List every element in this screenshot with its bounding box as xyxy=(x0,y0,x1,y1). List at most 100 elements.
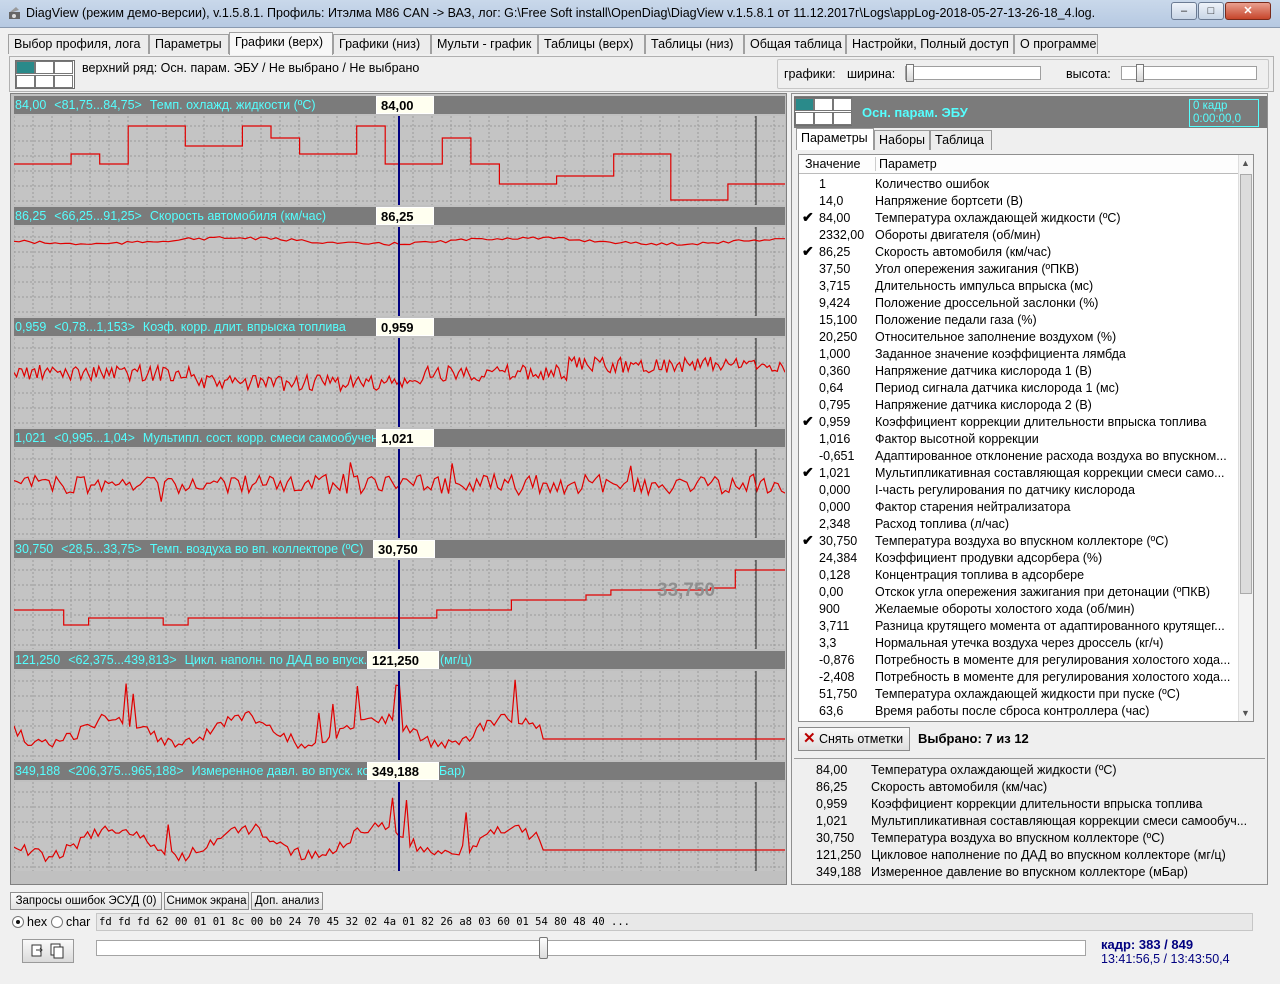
table-row[interactable]: 2,348 Расход топлива (л/час) xyxy=(799,516,1239,533)
graph-plot[interactable]: 33,750 xyxy=(14,560,785,649)
table-row[interactable]: 37,50 Угол опережения зажигания (ºПКВ) xyxy=(799,261,1239,278)
selected-param: Скорость автомобиля (км/час) xyxy=(871,780,1048,794)
table-row[interactable]: 2332,00 Обороты двигателя (об/мин) xyxy=(799,227,1239,244)
subtab-3[interactable]: Таблица xyxy=(930,130,992,150)
param-name: Адаптированное отклонение расхода воздух… xyxy=(875,449,1227,463)
hex-radio[interactable] xyxy=(12,916,24,928)
table-row[interactable]: 0,00 Отскок угла опережения зажигания при… xyxy=(799,584,1239,601)
selected-row: 84,00 Температура охлаждающей жидкости (º… xyxy=(794,762,1264,779)
table-row[interactable]: 3,715 Длительность импульса впрыска (мс) xyxy=(799,278,1239,295)
bottom-button-1[interactable]: Запросы ошибок ЭСУД (0) xyxy=(10,892,162,910)
table-row[interactable]: 0,360 Напряжение датчика кислорода 1 (В) xyxy=(799,363,1239,380)
table-row[interactable]: ✔ 1,021 Мультипликативная составляющая кор… xyxy=(799,464,1239,482)
col-value-header[interactable]: Значение xyxy=(805,157,860,171)
table-row[interactable]: 0,795 Напряжение датчика кислорода 2 (В) xyxy=(799,397,1239,414)
char-radio[interactable] xyxy=(51,916,63,928)
param-value: 0,128 xyxy=(819,568,851,582)
param-value: 0,000 xyxy=(819,500,851,514)
table-row[interactable]: 15,100 Положение педали газа (%) xyxy=(799,312,1239,329)
bottom-button-3[interactable]: Доп. анализ xyxy=(251,892,323,910)
table-row[interactable]: 24,384 Коэффициент продувки адсорбера (%) xyxy=(799,550,1239,567)
table-row[interactable]: 63,6 Время работы после сброса контроллер… xyxy=(799,703,1239,720)
maximize-button[interactable]: □ xyxy=(1198,2,1224,20)
width-slider[interactable] xyxy=(905,64,1041,82)
layout-grid-icon[interactable] xyxy=(15,60,75,89)
selected-value: 349,188 xyxy=(816,865,862,879)
subtab-1[interactable]: Параметры xyxy=(796,128,874,150)
subtab-2[interactable]: Наборы xyxy=(874,130,930,150)
col-param-header[interactable]: Параметр xyxy=(875,157,937,171)
table-row[interactable]: ✔ 30,750 Температура воздуха во впускном к… xyxy=(799,532,1239,550)
table-row[interactable]: -2,408 Потребность в моменте для регулиро… xyxy=(799,669,1239,686)
graph-plot[interactable] xyxy=(14,338,785,427)
close-button[interactable]: ✕ xyxy=(1225,2,1271,20)
selected-param: Измеренное давление во впускном коллекто… xyxy=(871,865,1188,879)
scroll-up-icon[interactable]: ▲ xyxy=(1241,158,1250,168)
table-row[interactable]: 900 Желаемые обороты холостого хода (об/м… xyxy=(799,601,1239,618)
tab-2[interactable]: Параметры xyxy=(149,34,229,54)
tab-3[interactable]: Графики (верх) xyxy=(229,32,333,55)
table-row[interactable]: 1,016 Фактор высотной коррекции xyxy=(799,431,1239,448)
set-header: Осн. парам. ЭБУ 0 кадр 0:00:00,0 xyxy=(794,96,1267,128)
param-value: 0,00 xyxy=(819,585,844,599)
param-value: 2,348 xyxy=(819,517,851,531)
table-row[interactable]: 1,000 Заданное значение коэффициента лямб… xyxy=(799,346,1239,363)
tab-9[interactable]: Настройки, Полный доступ xyxy=(846,34,1014,54)
table-row[interactable]: 20,250 Относительное заполнение воздухом … xyxy=(799,329,1239,346)
scroll-down-icon[interactable]: ▼ xyxy=(1241,708,1250,718)
table-scrollbar[interactable]: ▲ ▼ xyxy=(1238,155,1253,721)
hex-label: hex xyxy=(27,915,48,929)
bottom-button-2[interactable]: Снимок экрана xyxy=(164,892,249,910)
tab-1[interactable]: Выбор профиля, лога xyxy=(8,34,149,54)
graphs-panel[interactable]: 84,00 <81,75...84,75> Темп. охлажд. жидкос… xyxy=(10,93,787,885)
selected-value: 30,750 xyxy=(816,831,855,845)
table-row[interactable]: -0,651 Адаптированное отклонение расхода … xyxy=(799,448,1239,465)
table-row[interactable]: 0,000 I-часть регулирования по датчику ки… xyxy=(799,482,1239,499)
checkmark-icon: ✔ xyxy=(802,243,814,259)
frame-slider-thumb[interactable] xyxy=(539,937,548,959)
top-panel: верхний ряд: Осн. парам. ЭБУ / Не выбран… xyxy=(9,56,1274,92)
graph-plot[interactable] xyxy=(14,227,785,316)
selected-param: Температура воздуха во впускном коллекто… xyxy=(871,831,1165,845)
graph-plot[interactable] xyxy=(14,671,785,760)
selected-value: 86,25 xyxy=(816,780,848,794)
param-value: 84,00 xyxy=(819,211,851,225)
table-row[interactable]: ✔ 86,25 Скорость автомобиля (км/час) xyxy=(799,243,1239,261)
height-slider[interactable] xyxy=(1121,64,1257,82)
table-row[interactable]: -0,876 Потребность в моменте для регулиро… xyxy=(799,652,1239,669)
copy-button[interactable] xyxy=(22,939,74,963)
graph-plot[interactable] xyxy=(14,116,785,205)
table-row[interactable]: 51,750 Температура охлаждающей жидкости п… xyxy=(799,686,1239,703)
table-row[interactable]: 0,128 Концентрация топлива в адсорбере xyxy=(799,567,1239,584)
tab-8[interactable]: Общая таблица xyxy=(744,34,846,54)
unmark-label: Снять отметки xyxy=(819,732,904,746)
scroll-thumb[interactable] xyxy=(1240,174,1252,594)
param-value: 0,000 xyxy=(819,483,851,497)
set-grid-icon[interactable] xyxy=(794,97,852,126)
hex-data-line: fd fd fd 62 00 01 01 8c 00 b0 24 70 45 3… xyxy=(96,913,1253,931)
table-row[interactable]: 1 Количество ошибок xyxy=(799,176,1239,193)
table-row[interactable]: 0,000 Фактор старения нейтрализатора xyxy=(799,499,1239,516)
table-row[interactable]: ✔ 0,959 Коэффициент коррекции длительности… xyxy=(799,413,1239,431)
minimize-button[interactable]: ‒ xyxy=(1171,2,1197,20)
param-value: 30,750 xyxy=(819,534,858,548)
graph-plot[interactable] xyxy=(14,782,785,871)
table-row[interactable]: 3,711 Разница крутящего момента от адапти… xyxy=(799,618,1239,635)
graph-plot[interactable] xyxy=(14,449,785,538)
tab-7[interactable]: Таблицы (низ) xyxy=(645,34,744,54)
cross-icon: ✕ xyxy=(803,730,816,747)
unmark-button[interactable]: ✕ Снять отметки xyxy=(798,727,910,751)
selected-list: 84,00 Температура охлаждающей жидкости (º… xyxy=(794,758,1265,882)
table-row[interactable]: 0,64 Период сигнала датчика кислорода 1 (… xyxy=(799,380,1239,397)
param-name: Потребность в моменте для регулирования … xyxy=(875,653,1231,667)
frame-slider[interactable] xyxy=(96,937,1086,959)
param-value: -0,651 xyxy=(819,449,855,463)
tab-5[interactable]: Мульти - график xyxy=(431,34,538,54)
tab-10[interactable]: О программе xyxy=(1014,34,1098,54)
table-row[interactable]: 3,3 Нормальная утечка воздуха через дросс… xyxy=(799,635,1239,652)
tab-6[interactable]: Таблицы (верх) xyxy=(538,34,645,54)
table-row[interactable]: 14,0 Напряжение бортсети (В) xyxy=(799,193,1239,210)
table-row[interactable]: ✔ 84,00 Температура охлаждающей жидкости (… xyxy=(799,209,1239,227)
tab-4[interactable]: Графики (низ) xyxy=(333,34,431,54)
table-row[interactable]: 9,424 Положение дроссельной заслонки (%) xyxy=(799,295,1239,312)
